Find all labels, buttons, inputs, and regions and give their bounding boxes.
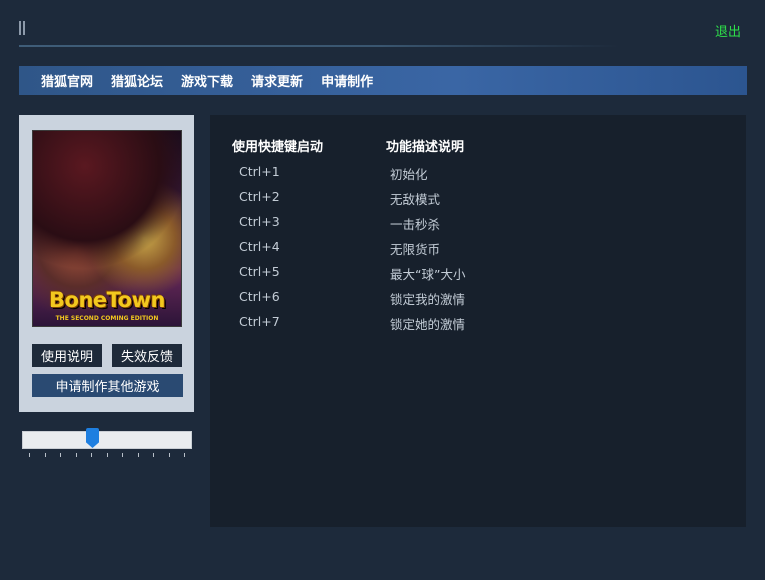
hotkey-key: Ctrl+6 [239,289,280,304]
app-title-mark [19,21,26,35]
nav-apply-make[interactable]: 申请制作 [321,71,373,90]
hotkey-key: Ctrl+3 [239,214,280,229]
slider-tick [45,453,46,457]
header-divider [19,45,619,47]
slider-tick [184,453,185,457]
description-column-header: 功能描述说明 [386,140,465,155]
request-other-games-button[interactable]: 申请制作其他游戏 [32,374,183,397]
hotkey-description: 无敌模式 [390,192,441,207]
hotkey-row: Ctrl+4 无限货币 [210,239,746,257]
hotkey-description: 锁定她的激情 [390,317,466,332]
hotkey-row: Ctrl+2 无敌模式 [210,189,746,207]
slider-tick [29,453,30,457]
game-info-panel: BoneTown THE SECOND COMING EDITION 使用说明 … [19,115,194,412]
cover-logo-text: BoneTown [49,288,165,312]
exit-button[interactable]: 退出 [715,21,741,40]
slider-ticks [29,453,185,457]
hotkey-description: 最大“球”大小 [390,267,466,282]
hotkey-row: Ctrl+3 一击秒杀 [210,214,746,232]
hotkey-panel: 使用快捷键启动 功能描述说明 Ctrl+1 初始化 Ctrl+2 无敌模式 Ct… [210,115,746,527]
opacity-slider-track[interactable] [22,431,192,449]
slider-tick [60,453,61,457]
hotkey-description: 一击秒杀 [390,217,441,232]
hotkey-row: Ctrl+1 初始化 [210,164,746,182]
hotkey-row: Ctrl+6 锁定我的激情 [210,289,746,307]
failure-feedback-button[interactable]: 失效反馈 [112,344,182,367]
slider-tick [153,453,154,457]
slider-tick [107,453,108,457]
slider-tick [76,453,77,457]
nav-game-download[interactable]: 游戏下载 [181,71,233,90]
hotkey-key: Ctrl+2 [239,189,280,204]
hotkey-key: Ctrl+7 [239,314,280,329]
slider-tick [91,453,92,457]
hotkey-row: Ctrl+7 锁定她的激情 [210,314,746,332]
slider-tick [122,453,123,457]
hotkey-description: 初始化 [390,167,428,182]
hotkey-key: Ctrl+1 [239,164,280,179]
usage-instructions-button[interactable]: 使用说明 [32,344,102,367]
hotkey-description: 锁定我的激情 [390,292,466,307]
top-nav: 猎狐官网 猎狐论坛 游戏下载 请求更新 申请制作 [19,66,747,95]
cover-logo-subtitle: THE SECOND COMING EDITION [55,315,159,322]
hotkey-column-header: 使用快捷键启动 [232,140,324,155]
hotkey-description: 无限货币 [390,242,441,257]
nav-official-site[interactable]: 猎狐官网 [41,71,93,90]
nav-request-update[interactable]: 请求更新 [251,71,303,90]
hotkey-row: Ctrl+5 最大“球”大小 [210,264,746,282]
game-cover-image: BoneTown THE SECOND COMING EDITION [32,130,182,327]
nav-forum[interactable]: 猎狐论坛 [111,71,163,90]
slider-tick [138,453,139,457]
slider-tick [169,453,170,457]
hotkey-key: Ctrl+4 [239,239,280,254]
hotkey-key: Ctrl+5 [239,264,280,279]
